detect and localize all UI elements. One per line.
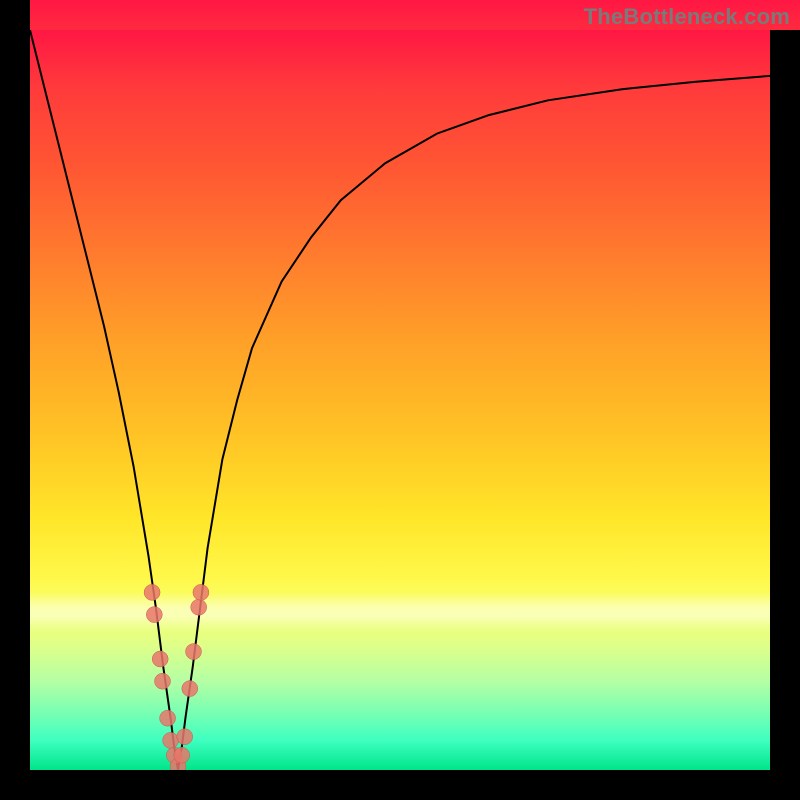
chart-frame: TheBottleneck.com bbox=[0, 0, 800, 800]
plot-area bbox=[30, 30, 770, 770]
watermark-text: TheBottleneck.com bbox=[584, 4, 790, 30]
highlight-band bbox=[30, 592, 770, 632]
